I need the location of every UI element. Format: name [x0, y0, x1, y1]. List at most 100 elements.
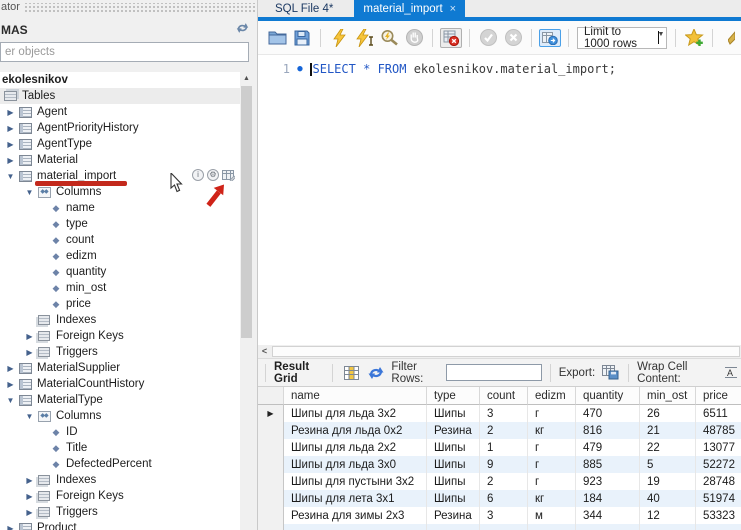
chevron-right-icon[interactable]: ▶ [23, 476, 36, 485]
tree-item-foreign-keys[interactable]: ▶Foreign Keys [0, 328, 240, 344]
add-snippet-icon[interactable] [684, 26, 704, 50]
tree-item-agenttype[interactable]: ▶AgentType [0, 136, 240, 152]
chevron-right-icon[interactable]: ▶ [4, 524, 17, 530]
tree-item-product[interactable]: ▶Product [0, 520, 240, 530]
autocommit-icon[interactable] [540, 26, 560, 50]
tree-item-triggers[interactable]: ▶Triggers [0, 344, 240, 360]
grid-cell[interactable]: 52272 [696, 456, 741, 473]
schema-filter-input[interactable] [0, 42, 249, 62]
grid-cell[interactable]: г [528, 405, 576, 422]
tree-item-agent[interactable]: ▶Agent [0, 104, 240, 120]
refresh-icon[interactable] [366, 361, 386, 385]
result-grid[interactable]: nametypecountedizmquantitymin_ostprice▶Ш… [258, 386, 741, 530]
grid-cell[interactable] [696, 524, 741, 530]
rollback-icon[interactable] [503, 26, 523, 50]
column-header[interactable]: count [480, 387, 528, 405]
chevron-down-icon[interactable]: ▼ [4, 396, 17, 405]
grid-cell[interactable]: 53323 [696, 507, 741, 524]
grid-cell[interactable]: 40 [640, 490, 696, 507]
chevron-right-icon[interactable]: ▶ [4, 140, 17, 149]
grid-cell[interactable]: г [528, 473, 576, 490]
row-selector-cell[interactable] [258, 507, 284, 524]
grid-cell[interactable]: 22 [640, 439, 696, 456]
scroll-left-icon[interactable]: < [258, 345, 271, 358]
table-row[interactable]: ▶Шипы для льда 3x2Шипы3г470266511 [258, 405, 741, 422]
grid-cell[interactable]: 2 [480, 422, 528, 439]
grid-cell[interactable]: 3 [480, 507, 528, 524]
table-row[interactable]: Шипы для лета 3x1Шипы6кг1844051974 [258, 490, 741, 507]
grid-cell[interactable]: 21 [640, 422, 696, 439]
grid-cell[interactable]: Шипы для пустыни 3x2 [284, 473, 427, 490]
grid-cell[interactable]: 3 [480, 405, 528, 422]
grid-cell[interactable]: 19 [640, 473, 696, 490]
scroll-up-icon[interactable]: ▲ [240, 72, 253, 85]
tree-item-defectedpercent[interactable]: ◆DefectedPercent [0, 456, 240, 472]
row-selector-cell[interactable] [258, 490, 284, 507]
form-editor-icon[interactable] [341, 361, 361, 385]
chevron-down-icon[interactable]: ▼ [4, 172, 17, 181]
tree-item-material[interactable]: ▶Material [0, 152, 240, 168]
tree-item-triggers[interactable]: ▶Triggers [0, 504, 240, 520]
grid-cell[interactable]: 9 [480, 456, 528, 473]
row-selector-cell[interactable] [258, 387, 284, 405]
column-header[interactable]: price [696, 387, 741, 405]
grid-cell[interactable]: Шипы для лета 3x1 [284, 490, 427, 507]
row-selector-cell[interactable] [258, 422, 284, 439]
tab-material_import[interactable]: material_import× [354, 0, 465, 17]
row-selector-cell[interactable] [258, 439, 284, 456]
grid-cell[interactable] [640, 524, 696, 530]
tree-item-id[interactable]: ◆ID [0, 424, 240, 440]
execute-current-icon[interactable] [354, 26, 374, 50]
tree-item-tables[interactable]: Tables [0, 88, 240, 104]
info-icon[interactable]: i [192, 169, 204, 181]
grid-cell[interactable]: 923 [576, 473, 640, 490]
save-icon[interactable] [292, 26, 312, 50]
tree-item-materialcounthistory[interactable]: ▶MaterialCountHistory [0, 376, 240, 392]
export-save-icon[interactable] [600, 361, 620, 385]
table-row[interactable]: Резина для зимы 2x3Резина3м3441253323 [258, 507, 741, 524]
grid-cell[interactable]: 28748 [696, 473, 741, 490]
chevron-right-icon[interactable]: ▶ [4, 124, 17, 133]
tree-item-materialtype[interactable]: ▼MaterialType [0, 392, 240, 408]
column-header[interactable]: name [284, 387, 427, 405]
grid-cell[interactable]: 344 [576, 507, 640, 524]
row-selector-cell[interactable]: ▶ [258, 405, 284, 422]
tree-item-materialsupplier[interactable]: ▶MaterialSupplier [0, 360, 240, 376]
tree-item-edizm[interactable]: ◆edizm [0, 248, 240, 264]
stop-icon[interactable] [404, 26, 424, 50]
grid-cell[interactable]: кг [528, 490, 576, 507]
tree-item-indexes[interactable]: ▶Indexes [0, 472, 240, 488]
close-icon[interactable]: × [450, 3, 456, 15]
grid-cell[interactable]: м [528, 507, 576, 524]
grid-cell[interactable] [480, 524, 528, 530]
tree-item-material_import[interactable]: ▼material_importi⚙ [0, 168, 240, 184]
table-row[interactable]: Шипы для льда 3x0Шипы9г885552272 [258, 456, 741, 473]
grid-cell[interactable] [427, 524, 480, 530]
hscrollbar-thumb[interactable] [272, 346, 740, 357]
grid-cell[interactable]: 48785 [696, 422, 741, 439]
grid-cell[interactable]: 6 [480, 490, 528, 507]
grid-cell[interactable]: 2 [480, 473, 528, 490]
toggle-stop-on-error-icon[interactable] [441, 26, 461, 50]
chevron-right-icon[interactable]: ▶ [23, 508, 36, 517]
grid-cell[interactable]: 12 [640, 507, 696, 524]
grid-cell[interactable] [528, 524, 576, 530]
grid-cell[interactable]: 470 [576, 405, 640, 422]
row-selector-cell[interactable] [258, 524, 284, 530]
grid-cell[interactable]: Резина для льда 0x2 [284, 422, 427, 439]
grid-cell[interactable] [284, 524, 427, 530]
chevron-right-icon[interactable]: ▶ [23, 332, 36, 341]
wrap-cell-icon[interactable]: A [721, 361, 741, 385]
sql-code-line[interactable]: 1 ● SELECT * FROM ekolesnikov.material_i… [258, 62, 616, 76]
tree-item-agentpriorityhistory[interactable]: ▶AgentPriorityHistory [0, 120, 240, 136]
table-row[interactable]: Шипы для льда 2x2Шипы1г4792213077 [258, 439, 741, 456]
grid-cell[interactable]: 26 [640, 405, 696, 422]
chevron-down-icon[interactable]: ▼ [23, 188, 36, 197]
schema-refresh-icon[interactable] [236, 22, 249, 37]
grid-cell[interactable]: Резина [427, 422, 480, 439]
grid-cell[interactable]: Шипы для льда 2x2 [284, 439, 427, 456]
table-row[interactable]: Резина для льда 0x2Резина2кг8162148785 [258, 422, 741, 439]
row-selector-cell[interactable] [258, 456, 284, 473]
tree-item-foreign-keys[interactable]: ▶Foreign Keys [0, 488, 240, 504]
row-selector-cell[interactable] [258, 473, 284, 490]
